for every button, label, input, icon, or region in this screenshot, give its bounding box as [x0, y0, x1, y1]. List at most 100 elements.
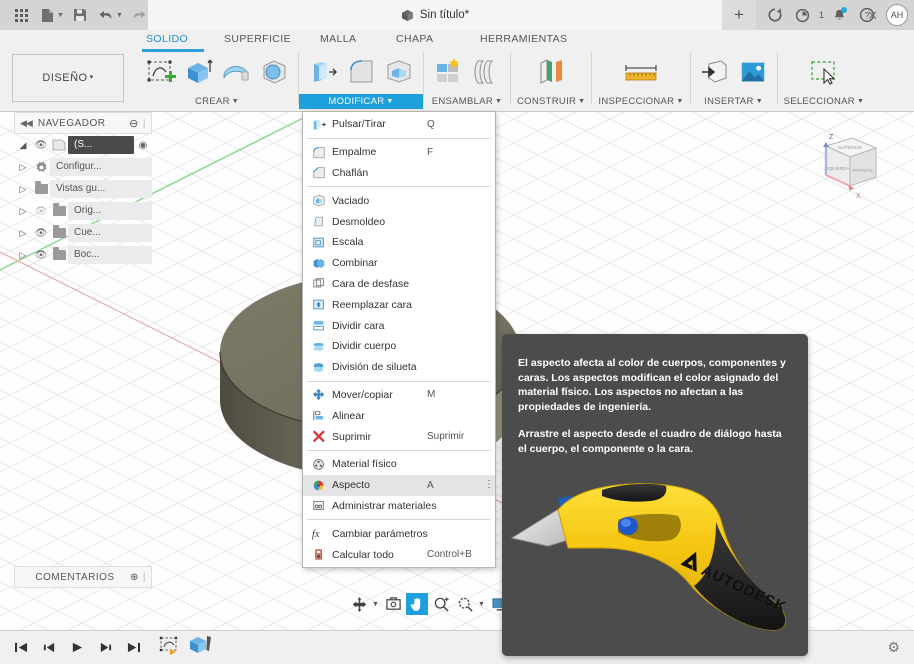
- go-to-start-icon[interactable]: [14, 641, 29, 654]
- modificar-dropdown-menu[interactable]: Pulsar/Tirar Q Empalme F Chaflán Vaciado: [302, 111, 496, 568]
- tab-solido[interactable]: SOLIDO: [142, 33, 192, 45]
- comments-resize-handle[interactable]: |: [143, 572, 146, 583]
- activate-component-icon[interactable]: ◉: [134, 140, 152, 151]
- expander-icon[interactable]: ▷: [14, 162, 32, 173]
- create-sketch-icon[interactable]: [142, 53, 178, 91]
- menu-item-dividir-cara[interactable]: Dividir cara: [303, 315, 495, 336]
- play-icon[interactable]: [70, 641, 85, 654]
- menu-item-administrar-materiales[interactable]: Administrar materiales: [303, 496, 495, 517]
- menu-item-alinear[interactable]: Alinear: [303, 405, 495, 426]
- browser-item-root[interactable]: ◢ 👁 (S... ◉: [14, 134, 152, 156]
- menu-item-chaflan[interactable]: Chaflán: [303, 163, 495, 184]
- notifications-icon[interactable]: [826, 2, 852, 28]
- gear-icon[interactable]: ⚙: [887, 639, 900, 656]
- menu-item-dividir-cuerpo[interactable]: Dividir cuerpo: [303, 336, 495, 357]
- menu-item-vaciado[interactable]: Vaciado: [303, 190, 495, 211]
- menu-item-cambiar-parametros[interactable]: fx Cambiar parámetros: [303, 523, 495, 544]
- refresh-icon[interactable]: [762, 2, 788, 28]
- browser-item-cuerpos[interactable]: ▷ 👁 Cue...: [14, 222, 152, 244]
- undo-caret-icon[interactable]: ▼: [116, 12, 124, 19]
- menu-item-calcular-todo[interactable]: Calcular todo Control+B: [303, 544, 495, 565]
- seleccionar-group-label[interactable]: SELECCIONAR ▼: [778, 94, 871, 109]
- tab-malla[interactable]: MALLA: [316, 33, 360, 45]
- browser-resize-handle[interactable]: |: [143, 118, 146, 129]
- expander-icon[interactable]: ◢: [14, 140, 32, 151]
- crear-group-label[interactable]: CREAR ▼: [136, 94, 298, 109]
- step-forward-icon[interactable]: [98, 641, 113, 654]
- tab-chapa[interactable]: CHAPA: [392, 33, 437, 45]
- expander-icon[interactable]: ▷: [14, 250, 32, 261]
- joint-icon[interactable]: [468, 53, 504, 91]
- add-comment-icon[interactable]: ⊕: [130, 572, 139, 583]
- menu-item-mover-copiar[interactable]: Mover/copiar M: [303, 385, 495, 406]
- help-icon[interactable]: ?: [854, 2, 880, 28]
- browser-options-icon[interactable]: ⊖: [129, 117, 139, 130]
- collapse-icon[interactable]: ◀◀: [20, 118, 33, 129]
- measure-icon[interactable]: [619, 53, 663, 91]
- shell-icon[interactable]: [381, 53, 417, 91]
- sphere-icon[interactable]: [256, 53, 292, 91]
- menu-item-reemplazar-cara[interactable]: Reemplazar cara: [303, 294, 495, 315]
- browser-item-bocetos[interactable]: ▷ 👁 Boc...: [14, 244, 152, 266]
- step-back-icon[interactable]: [42, 641, 57, 654]
- chevron-down-icon[interactable]: ▼: [372, 601, 380, 608]
- sketch-feature-icon[interactable]: [157, 634, 183, 661]
- go-to-end-icon[interactable]: [126, 641, 141, 654]
- browser-item-origen[interactable]: ▷ 👁 Orig...: [14, 200, 152, 222]
- jobs-icon[interactable]: [790, 2, 816, 28]
- inspeccionar-group-label[interactable]: INSPECCIONAR ▼: [592, 94, 689, 109]
- comments-panel-header[interactable]: COMENTARIOS ⊕ |: [14, 566, 152, 588]
- insertar-group-label[interactable]: INSERTAR ▼: [691, 94, 777, 109]
- new-component-icon[interactable]: [430, 53, 466, 91]
- offset-plane-icon[interactable]: [529, 53, 573, 91]
- menu-item-combinar[interactable]: Combinar: [303, 253, 495, 274]
- expander-icon[interactable]: ▷: [14, 206, 32, 217]
- expander-icon[interactable]: ▷: [14, 228, 32, 239]
- visibility-eye-icon[interactable]: 👁: [32, 228, 50, 239]
- display-settings-icon[interactable]: [382, 593, 404, 615]
- insert-canvas-icon[interactable]: [735, 53, 771, 91]
- avatar[interactable]: AH: [886, 4, 908, 26]
- view-cube[interactable]: SUPERIOR IZQUIERDA FRONTAL Z X: [798, 124, 890, 204]
- insert-derive-icon[interactable]: [697, 53, 733, 91]
- menu-item-aspecto[interactable]: Aspecto A ⋮: [303, 474, 495, 496]
- ensamblar-group-label[interactable]: ENSAMBLAR ▼: [424, 94, 510, 109]
- menu-item-material-fisico[interactable]: Material físico: [303, 454, 495, 475]
- window-select-icon[interactable]: [802, 53, 846, 91]
- menu-item-empalme[interactable]: Empalme F: [303, 142, 495, 163]
- zoom-window-icon[interactable]: [430, 593, 452, 615]
- modificar-group-label[interactable]: MODIFICAR ▼: [299, 94, 423, 109]
- chevron-down-icon[interactable]: ▼: [478, 601, 486, 608]
- visibility-eye-icon[interactable]: 👁: [32, 250, 50, 261]
- construir-group-label[interactable]: CONSTRUIR ▼: [511, 94, 591, 109]
- menu-item-escala[interactable]: Escala: [303, 232, 495, 253]
- tab-herramientas[interactable]: HERRAMIENTAS: [476, 33, 571, 45]
- menu-item-cara-de-desfase[interactable]: Cara de desfase: [303, 274, 495, 295]
- new-file-caret-icon[interactable]: ▼: [57, 12, 65, 19]
- new-tab-button[interactable]: +: [721, 0, 756, 30]
- browser-item-vistas-guardadas[interactable]: ▷ Vistas gu...: [14, 178, 152, 200]
- fillet-icon[interactable]: [343, 53, 379, 91]
- visibility-eye-icon[interactable]: 👁: [32, 140, 50, 151]
- menu-item-suprimir[interactable]: Suprimir Suprimir: [303, 426, 495, 447]
- grid-apps-icon[interactable]: [8, 2, 34, 28]
- menu-item-label: Pulsar/Tirar: [332, 118, 386, 131]
- tab-superficie[interactable]: SUPERFICIE: [220, 33, 295, 45]
- extrude-feature-icon[interactable]: [186, 634, 212, 661]
- visibility-eye-off-icon[interactable]: 👁: [32, 206, 50, 217]
- press-pull-icon[interactable]: [305, 53, 341, 91]
- workspace-switcher-button[interactable]: DISEÑO ▾: [12, 54, 124, 102]
- save-icon[interactable]: [67, 2, 93, 28]
- menu-item-pulsar-tirar[interactable]: Pulsar/Tirar Q: [303, 114, 495, 135]
- revolve-icon[interactable]: [218, 53, 254, 91]
- extrude-icon[interactable]: [180, 53, 216, 91]
- menu-item-desmoldeo[interactable]: Desmoldeo: [303, 211, 495, 232]
- menu-item-division-de-silueta[interactable]: División de silueta: [303, 357, 495, 378]
- expander-icon[interactable]: ▷: [14, 184, 32, 195]
- document-tab[interactable]: Sin título*: [148, 0, 722, 30]
- zoom-icon[interactable]: [454, 593, 476, 615]
- menu-item-overflow-icon[interactable]: ⋮: [483, 480, 495, 490]
- pan-orbit-icon[interactable]: [348, 593, 370, 615]
- pan-hand-icon[interactable]: [406, 593, 428, 615]
- browser-item-configuraciones[interactable]: ▷ Configur...: [14, 156, 152, 178]
